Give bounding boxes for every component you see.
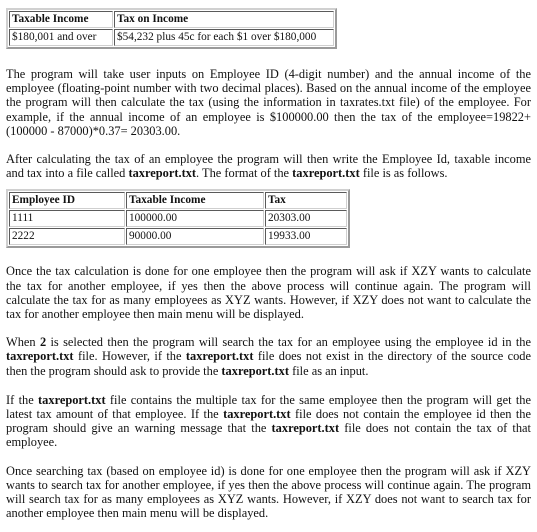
cell-tax: 20303.00 <box>265 210 347 228</box>
cell-tax-on-income: $54,232 plus 45c for each $1 over $180,0… <box>114 29 334 46</box>
text: If the <box>6 392 39 407</box>
table-row: 2222 90000.00 19933.00 <box>9 228 347 246</box>
header-taxable-income: Taxable Income <box>9 11 113 28</box>
tax-report-format-table: Employee ID Taxable Income Tax 1111 1000… <box>6 189 350 249</box>
header-tax-on-income: Tax on Income <box>114 11 334 28</box>
paragraph-write-report: After calculating the tax of an employee… <box>6 152 531 180</box>
cell-tax: 19933.00 <box>265 228 347 246</box>
cell-taxable-income: 100000.00 <box>126 210 264 228</box>
text: When <box>6 335 40 350</box>
report-table-wrapper: Employee ID Taxable Income Tax 1111 1000… <box>6 189 531 249</box>
paragraph-input-description: The program will take user inputs on Emp… <box>6 67 531 138</box>
paragraph-search-option: When 2 is selected then the program will… <box>6 335 531 378</box>
text: is selected then the program will search… <box>46 335 532 350</box>
filename-taxreport: taxreport.txt <box>221 363 289 378</box>
tax-rates-table: Taxable Income Tax on Income $180,001 an… <box>6 8 337 49</box>
filename-taxreport: taxreport.txt <box>38 392 106 407</box>
filename-taxreport: taxreport.txt <box>128 166 197 181</box>
header-tax: Tax <box>265 192 347 210</box>
table-header-row: Taxable Income Tax on Income <box>9 11 334 28</box>
filename-taxreport: taxreport.txt <box>6 349 74 364</box>
table-header-row: Employee ID Taxable Income Tax <box>9 192 347 210</box>
text: file as an input. <box>288 363 369 378</box>
filename-taxreport: taxreport.txt <box>271 421 340 436</box>
document-page: Taxable Income Tax on Income $180,001 an… <box>0 8 537 520</box>
paragraph-repeat-search: Once searching tax (based on employee id… <box>6 463 531 521</box>
text: . The format of the <box>196 166 293 181</box>
header-employee-id: Employee ID <box>9 192 125 210</box>
cell-taxable-income: $180,001 and over <box>9 29 113 46</box>
table-row: $180,001 and over $54,232 plus 45c for e… <box>9 29 334 46</box>
filename-taxreport: taxreport.txt <box>223 407 291 422</box>
cell-employee-id: 1111 <box>9 210 125 228</box>
filename-taxreport: taxreport.txt <box>185 349 254 364</box>
paragraph-repeat-calculation: Once the tax calculation is done for one… <box>6 264 531 322</box>
text: file is as follows. <box>359 166 448 181</box>
cell-taxable-income: 90000.00 <box>126 228 264 246</box>
cell-employee-id: 2222 <box>9 228 125 246</box>
table-row: 1111 100000.00 20303.00 <box>9 210 347 228</box>
filename-taxreport: taxreport.txt <box>292 166 360 181</box>
text: file. However, if the <box>73 349 186 364</box>
paragraph-multiple-tax: If the taxreport.txt file contains the m… <box>6 393 531 450</box>
header-taxable-income: Taxable Income <box>126 192 264 210</box>
